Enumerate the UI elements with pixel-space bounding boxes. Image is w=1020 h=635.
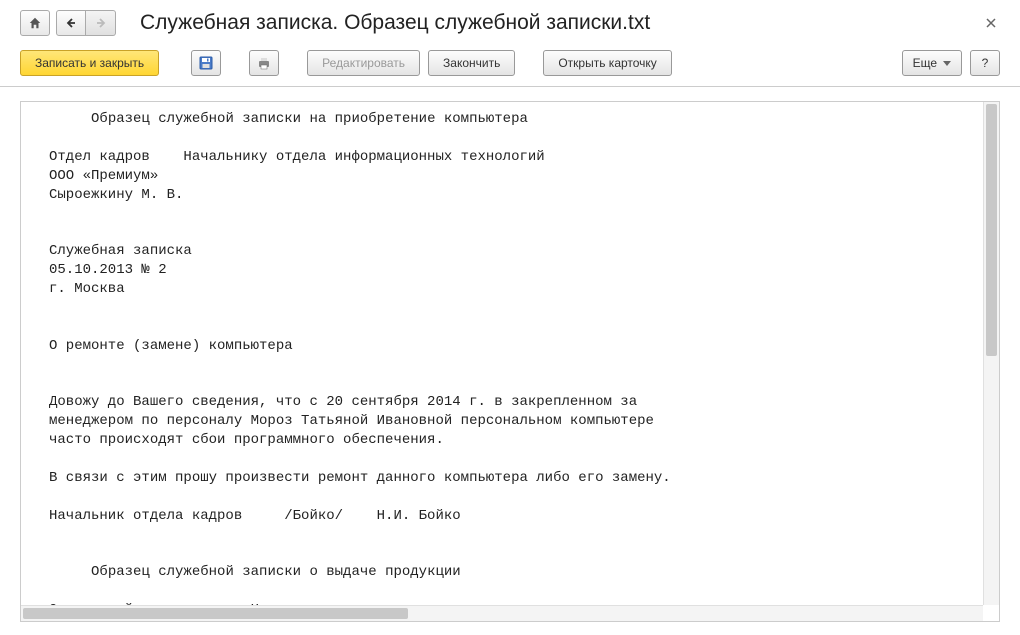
more-button[interactable]: Еще [902,50,962,76]
toolbar: Записать и закрыть Редактировать Закончи… [0,44,1020,87]
open-card-button[interactable]: Открыть карточку [543,50,671,76]
arrow-left-icon [65,17,77,29]
save-button[interactable] [191,50,221,76]
document-text[interactable]: Образец служебной записки на приобретени… [21,102,999,621]
floppy-disk-icon [198,55,214,71]
home-button[interactable] [20,10,50,36]
more-label: Еще [913,56,937,70]
arrow-right-icon [95,17,107,29]
back-button[interactable] [56,10,86,36]
header: Служебная записка. Образец служебной зап… [0,0,1020,44]
vertical-scrollbar[interactable] [983,102,999,605]
forward-button[interactable] [86,10,116,36]
save-and-close-button[interactable]: Записать и закрыть [20,50,159,76]
print-button[interactable] [249,50,279,76]
page-title: Служебная записка. Образец служебной зап… [140,11,1000,35]
close-button[interactable] [982,14,1000,32]
home-icon [28,16,42,30]
document-viewer: Образец служебной записки на приобретени… [20,101,1000,622]
chevron-down-icon [943,61,951,66]
edit-button[interactable]: Редактировать [307,50,420,76]
vertical-scroll-thumb[interactable] [986,104,997,356]
content-area: Образец служебной записки на приобретени… [0,87,1020,622]
horizontal-scroll-thumb[interactable] [23,608,408,619]
finish-button[interactable]: Закончить [428,50,515,76]
horizontal-scrollbar[interactable] [21,605,983,621]
close-icon [985,17,997,29]
printer-icon [256,55,272,71]
help-button[interactable]: ? [970,50,1000,76]
nav-group [20,10,116,36]
